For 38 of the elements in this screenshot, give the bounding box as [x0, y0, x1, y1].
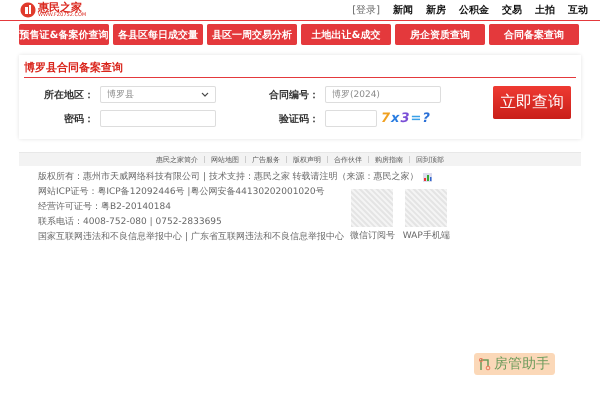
region-select[interactable]: 博罗县 — [100, 86, 216, 103]
copyright-text: 版权所有：惠州市天威网络科技有限公司 | 技术支持：惠民之家 转载请注明（来源：惠民之家） — [38, 170, 419, 184]
login-link[interactable]: [登录] — [352, 3, 380, 17]
qr-code-placeholder — [351, 189, 394, 227]
site-logo-title: 惠民之家 — [38, 2, 82, 13]
assistant-icon — [479, 358, 491, 370]
logo-icon — [20, 2, 36, 18]
quick-link-button[interactable]: 合同备案查询 — [489, 24, 579, 45]
nav-link[interactable]: 交易 — [502, 3, 522, 17]
panel-title: 博罗县合同备案查询 — [24, 60, 576, 78]
nav-link[interactable]: 互动 — [568, 3, 588, 17]
input-field[interactable] — [100, 110, 216, 127]
footer-info-text: 经营许可证号：粤B2-20140184 — [38, 200, 172, 214]
nav-link[interactable]: 新房 — [426, 3, 446, 17]
caret-icon — [201, 92, 209, 97]
field-label: 合同编号： — [268, 88, 320, 102]
qr-code-label: WAP手机端 — [402, 230, 450, 242]
nav-link[interactable]: 新闻 — [393, 3, 413, 17]
field-label: 密码： — [63, 112, 95, 126]
nav-link[interactable]: 土拍 — [535, 3, 555, 17]
search-button[interactable]: 立即查询 — [493, 86, 571, 119]
footer-info-text: 网站ICP证号：粤ICP备12092446号 |粤公网安备44130202001020号 — [38, 186, 326, 199]
field-label: 所在地区： — [43, 88, 95, 102]
qr-code-label: 微信订阅号 — [350, 230, 395, 242]
quick-link-button[interactable]: 房企资质查询 — [395, 24, 485, 45]
quick-link-button[interactable]: 土地出让&成交 — [301, 24, 391, 45]
input-field[interactable]: 博罗(2024) — [325, 86, 441, 103]
captcha-input-field[interactable] — [325, 110, 377, 127]
footer-info-text: 联系电话：4008-752-080 | 0752-2833695 — [38, 216, 223, 229]
bar-chart-icon — [422, 173, 432, 182]
quick-link-button[interactable]: 县区一周交易分析 — [207, 24, 297, 45]
field-label: 验证码： — [278, 112, 320, 126]
captcha-image[interactable]: 7x3=? — [381, 111, 431, 126]
qr-code-placeholder — [405, 189, 448, 227]
quick-link-button[interactable]: 预售证&备案价查询 — [19, 24, 109, 45]
nav-link[interactable]: 公积金 — [459, 3, 489, 17]
quick-link-button[interactable]: 各县区每日成交量 — [113, 24, 203, 45]
footer-info-text: 国家互联网违法和不良信息举报中心 | 广东省互联网违法和不良信息举报中心 — [38, 230, 344, 244]
